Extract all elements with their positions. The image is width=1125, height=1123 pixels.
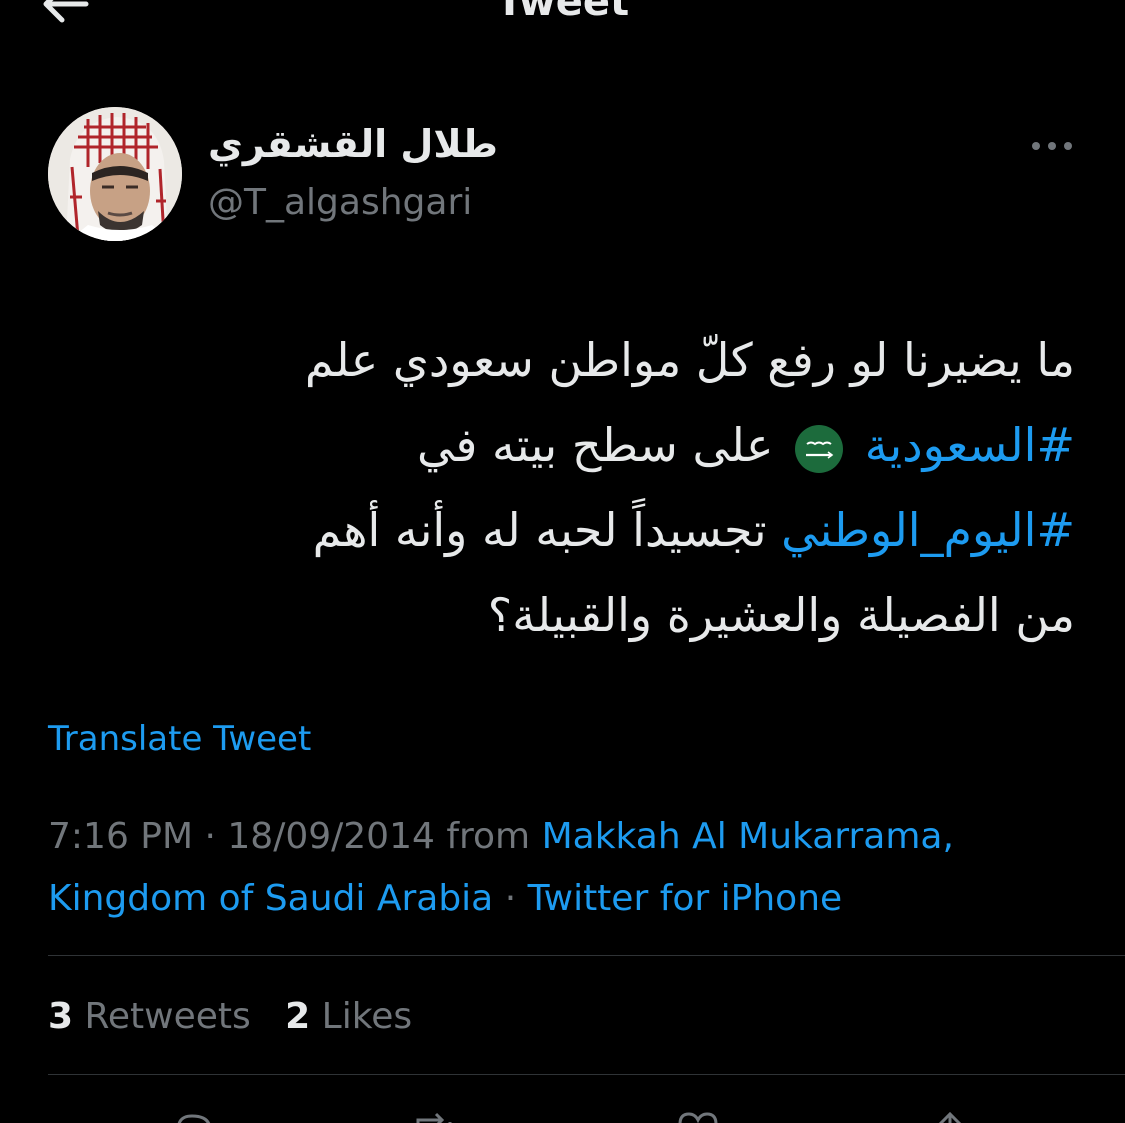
source-link[interactable]: Twitter for iPhone (528, 878, 843, 919)
location-link[interactable]: Makkah Al Mukarrama, (542, 816, 954, 857)
translate-tweet-link[interactable]: Translate Tweet (48, 718, 311, 760)
meta-separator: · (493, 878, 528, 919)
ellipsis-icon[interactable] (1028, 132, 1076, 160)
avatar[interactable] (48, 107, 182, 241)
tweet-line-3-text: تجسيداً لحبه له وأنه أهم (312, 503, 767, 557)
retweets-count: 3 (48, 996, 74, 1037)
retweets-stat[interactable]: 3 Retweets (48, 996, 251, 1037)
saudi-flag-emoji-icon (795, 424, 844, 473)
action-bar (0, 1106, 1125, 1123)
hashtag-saudi[interactable]: #السعودية (865, 418, 1075, 472)
divider (48, 955, 1125, 956)
tweet-line-2-text: على سطح بيته في (417, 418, 774, 472)
top-bar: Tweet (0, 0, 1125, 40)
meta-from: from (434, 816, 542, 857)
heart-icon[interactable] (676, 1112, 720, 1123)
tweet-line-1: ما يضيرنا لو رفع كلّ مواطن سعودي علم (304, 333, 1075, 387)
hashtag-national-day[interactable]: #اليوم_الوطني (781, 503, 1075, 557)
likes-count: 2 (285, 996, 311, 1037)
tweet-date: 18/09/2014 (227, 816, 435, 857)
reply-icon[interactable] (170, 1112, 214, 1123)
share-icon[interactable] (928, 1112, 972, 1123)
tweet-line-2: #السعودية على سطح بيته في (60, 403, 1075, 488)
avatar-image (48, 107, 182, 241)
page-title: Tweet (495, 0, 630, 25)
likes-label: Likes (321, 996, 413, 1037)
tweet-line-3: #اليوم_الوطني تجسيداً لحبه له وأنه أهم (60, 488, 1075, 573)
display-name[interactable]: طلال القشقري (208, 118, 498, 170)
tweet-line-4: من الفصيلة والعشيرة والقبيلة؟ (487, 588, 1075, 642)
engagement-stats: 3 Retweets 2 Likes (48, 994, 412, 1040)
user-handle[interactable]: @T_algashgari (208, 180, 472, 226)
retweets-label: Retweets (84, 996, 251, 1037)
location-link-cont[interactable]: Kingdom of Saudi Arabia (48, 878, 493, 919)
meta-separator: · (193, 816, 228, 857)
divider (48, 1074, 1125, 1075)
tweet-time: 7:16 PM (48, 816, 194, 857)
tweet-metadata: 7:16 PM · 18/09/2014 from Makkah Al Muka… (48, 806, 1098, 930)
likes-stat[interactable]: 2 Likes (285, 996, 412, 1037)
retweet-icon[interactable] (412, 1112, 456, 1123)
tweet-text: ما يضيرنا لو رفع كلّ مواطن سعودي علم #ال… (60, 318, 1075, 658)
